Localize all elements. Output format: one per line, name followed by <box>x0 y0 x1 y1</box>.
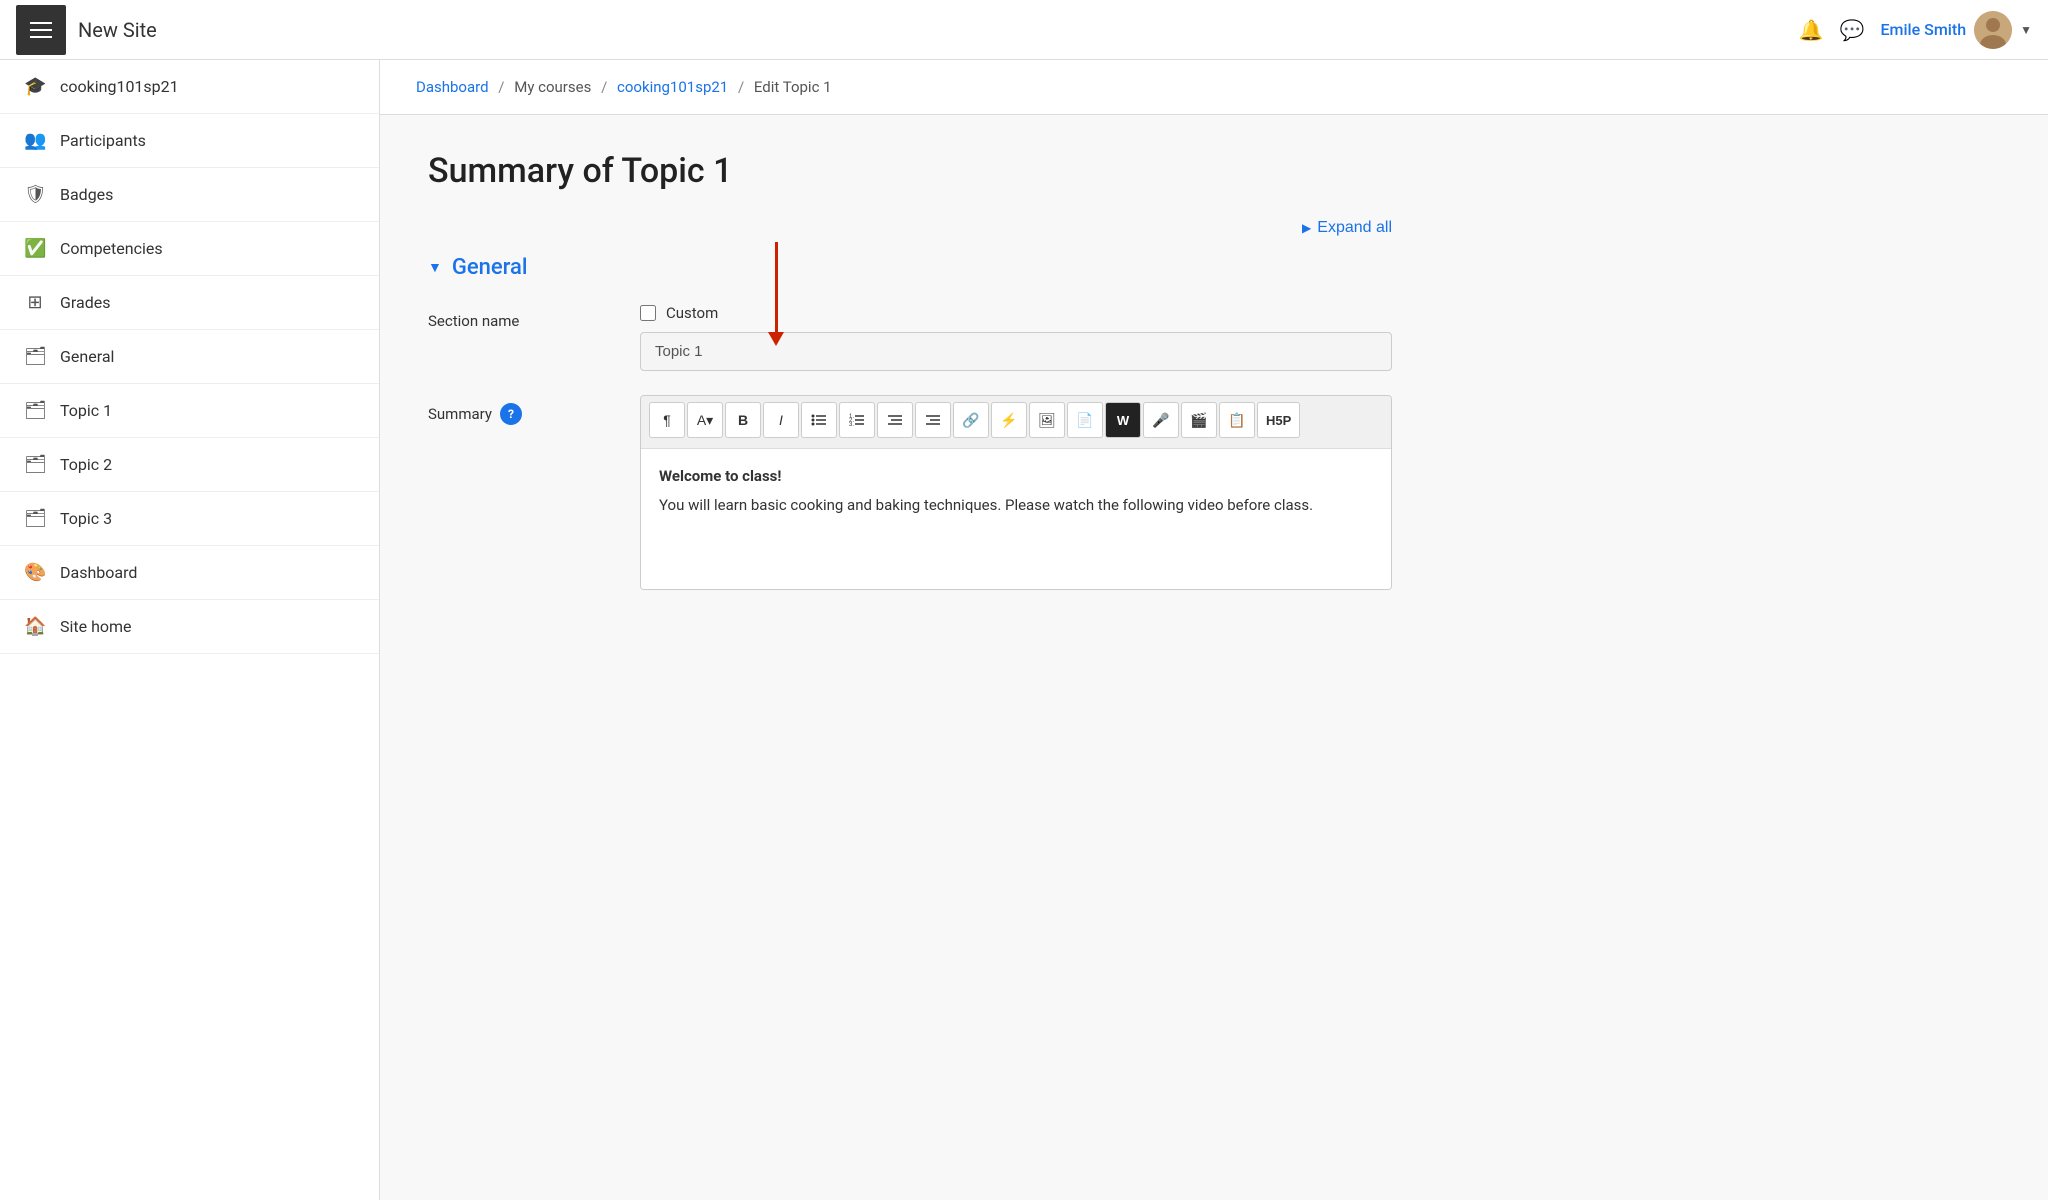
home-icon: 🏠 <box>24 616 46 637</box>
notification-icon[interactable]: 🔔 <box>1799 18 1824 42</box>
indent-button[interactable] <box>915 402 951 438</box>
expand-all-button[interactable]: ▶ Expand all <box>1302 219 1392 237</box>
word-button[interactable]: W <box>1105 402 1141 438</box>
image-button[interactable]: 🖼 <box>1029 402 1065 438</box>
custom-checkbox-row: Custom <box>640 304 1392 322</box>
sidebar-item-participants[interactable]: 👥 Participants <box>0 114 379 168</box>
sidebar-item-label: Grades <box>60 293 110 312</box>
sidebar-item-grades[interactable]: ⊞ Grades <box>0 276 379 330</box>
dashboard-icon: 🎨 <box>24 562 46 583</box>
sidebar-item-competencies[interactable]: ✅ Competencies <box>0 222 379 276</box>
format-paragraph-button[interactable]: ¶ <box>649 402 685 438</box>
media-button[interactable]: 📄 <box>1067 402 1103 438</box>
section-title: General <box>452 255 528 280</box>
section-name-control: Custom <box>640 304 1392 371</box>
breadcrumb-edittopic1: Edit Topic 1 <box>754 78 832 96</box>
sidebar-item-badges[interactable]: 🛡 Badges <box>0 168 379 222</box>
expand-all-label: Expand all <box>1317 219 1392 237</box>
sidebar-item-dashboard[interactable]: 🎨 Dashboard <box>0 546 379 600</box>
general-section-header: ▼ General <box>428 255 1392 280</box>
summary-editor: ¶ A▾ B I 1.2.3. <box>640 395 1392 590</box>
participants-icon: 👥 <box>24 130 46 151</box>
summary-label: Summary ? <box>428 395 608 425</box>
site-title: New Site <box>78 18 157 42</box>
page-title: Summary of Topic 1 <box>428 151 1392 191</box>
font-size-button[interactable]: A▾ <box>687 402 723 438</box>
expand-all-row: ▶ Expand all <box>428 219 1392 237</box>
check-icon: ✅ <box>24 238 46 259</box>
ordered-list-button[interactable]: 1.2.3. <box>839 402 875 438</box>
sidebar-item-label: Participants <box>60 131 146 150</box>
section-name-row: Section name Custom <box>428 304 1392 371</box>
sidebar: 🎓 cooking101sp21 👥 Participants 🛡 Badges… <box>0 60 380 1200</box>
content-area: Summary of Topic 1 ▶ Expand all ▼ Genera… <box>380 115 1440 650</box>
breadcrumb: Dashboard / My courses / cooking101sp21 … <box>380 60 2048 115</box>
topbar-right: 🔔 💬 Emile Smith ▼ <box>1799 11 2032 49</box>
sidebar-item-label: General <box>60 347 114 366</box>
bullet-list-button[interactable] <box>801 402 837 438</box>
sidebar-item-cooking101sp21[interactable]: 🎓 cooking101sp21 <box>0 60 379 114</box>
topbar: New Site 🔔 💬 Emile Smith ▼ <box>0 0 2048 60</box>
custom-label[interactable]: Custom <box>666 304 718 322</box>
sidebar-item-topic3[interactable]: 🗂 Topic 3 <box>0 492 379 546</box>
video-button[interactable]: 🎬 <box>1181 402 1217 438</box>
user-name: Emile Smith <box>1881 20 1967 39</box>
audio-button[interactable]: 🎤 <box>1143 402 1179 438</box>
message-icon[interactable]: 💬 <box>1840 18 1865 42</box>
badge-icon: 🛡 <box>24 184 46 205</box>
folder-icon: 🗂 <box>24 400 46 421</box>
sidebar-item-label: Dashboard <box>60 563 137 582</box>
user-dropdown-arrow[interactable]: ▼ <box>2020 23 2032 37</box>
italic-button[interactable]: I <box>763 402 799 438</box>
sidebar-item-label: Topic 2 <box>60 455 112 474</box>
summary-help-icon[interactable]: ? <box>500 403 522 425</box>
toolbar-row2: 🖼 📄 W 🎤 🎬 📋 H5P <box>1029 402 1300 438</box>
svg-text:3.: 3. <box>849 422 854 427</box>
sidebar-item-label: Competencies <box>60 239 163 258</box>
main-content: Dashboard / My courses / cooking101sp21 … <box>380 60 2048 1200</box>
sidebar-item-label: Site home <box>60 617 132 636</box>
summary-row: Summary ? ¶ A▾ B I <box>428 395 1392 590</box>
user-avatar <box>1974 11 2012 49</box>
section-name-input[interactable] <box>640 332 1392 371</box>
editor-bold-content: Welcome to class! <box>659 465 1373 488</box>
editor-body[interactable]: Welcome to class! You will learn basic c… <box>641 449 1391 589</box>
grid-icon: ⊞ <box>24 292 46 313</box>
custom-checkbox[interactable] <box>640 305 656 321</box>
folder-icon: 🗂 <box>24 346 46 367</box>
breadcrumb-dashboard[interactable]: Dashboard <box>416 78 489 96</box>
h5p-button[interactable]: H5P <box>1257 402 1300 438</box>
section-input-wrapper <box>640 332 1392 371</box>
sidebar-item-sitehome[interactable]: 🏠 Site home <box>0 600 379 654</box>
sidebar-item-label: Topic 1 <box>60 401 112 420</box>
editor-container: ¶ A▾ B I 1.2.3. <box>640 395 1392 590</box>
sidebar-item-topic2[interactable]: 🗂 Topic 2 <box>0 438 379 492</box>
sidebar-item-topic1[interactable]: 🗂 Topic 1 <box>0 384 379 438</box>
sidebar-item-label: Topic 3 <box>60 509 112 528</box>
sidebar-item-general[interactable]: 🗂 General <box>0 330 379 384</box>
outdent-button[interactable] <box>877 402 913 438</box>
expand-arrow-icon: ▶ <box>1302 221 1311 235</box>
copy-button[interactable]: 📋 <box>1219 402 1255 438</box>
user-menu[interactable]: Emile Smith ▼ <box>1881 11 2033 49</box>
topbar-left: New Site <box>16 5 157 55</box>
layout: 🎓 cooking101sp21 👥 Participants 🛡 Badges… <box>0 60 2048 1200</box>
editor-toolbar: ¶ A▾ B I 1.2.3. <box>641 396 1391 449</box>
breadcrumb-cooking101sp21[interactable]: cooking101sp21 <box>617 78 728 96</box>
breadcrumb-mycourses: My courses <box>514 78 591 96</box>
folder-icon: 🗂 <box>24 508 46 529</box>
hamburger-button[interactable] <box>16 5 66 55</box>
editor-normal-content: You will learn basic cooking and baking … <box>659 494 1373 517</box>
sidebar-item-label: Badges <box>60 185 113 204</box>
section-name-label: Section name <box>428 304 608 330</box>
link-button[interactable]: 🔗 <box>953 402 989 438</box>
special-chars-button[interactable]: ⚡ <box>991 402 1027 438</box>
folder-icon: 🗂 <box>24 454 46 475</box>
sidebar-item-label: cooking101sp21 <box>60 77 179 96</box>
graduation-icon: 🎓 <box>24 76 46 97</box>
section-collapse-icon[interactable]: ▼ <box>428 259 442 276</box>
toolbar-row1: ¶ A▾ B I 1.2.3. <box>649 402 1027 438</box>
bold-button[interactable]: B <box>725 402 761 438</box>
